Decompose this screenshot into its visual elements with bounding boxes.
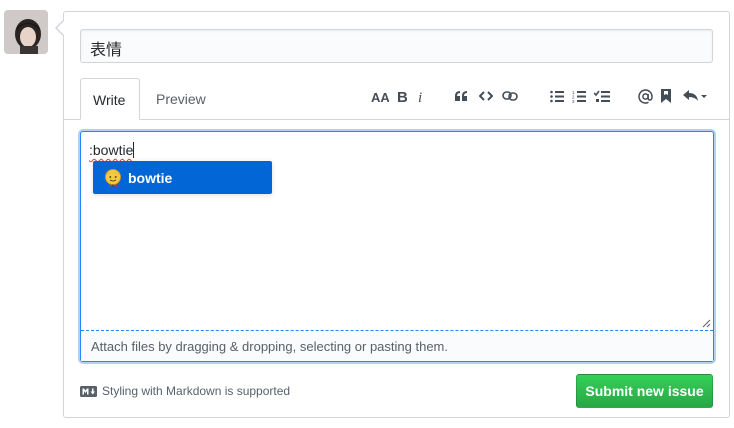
avatar[interactable]	[4, 10, 48, 54]
tab-preview[interactable]: Preview	[144, 78, 218, 120]
bookmark-icon[interactable]	[658, 84, 674, 108]
svg-text:3: 3	[572, 99, 575, 103]
comment-editor[interactable]: :bowtie bowtie Attach files by dragging …	[80, 131, 714, 362]
svg-text:i: i	[418, 90, 422, 103]
issue-title-input[interactable]: 表情	[80, 29, 713, 63]
tab-write[interactable]: Write	[80, 78, 140, 120]
resize-handle[interactable]	[702, 319, 711, 328]
svg-text:AA: AA	[371, 90, 389, 103]
submit-issue-label: Submit new issue	[585, 383, 704, 399]
mention-icon[interactable]	[636, 84, 654, 108]
task-list-icon[interactable]	[592, 84, 612, 108]
svg-text:B: B	[397, 89, 407, 103]
quote-icon[interactable]	[452, 84, 470, 108]
reply-icon[interactable]	[680, 84, 710, 108]
text-size-icon[interactable]: AA	[369, 84, 391, 108]
bold-icon[interactable]: B	[394, 84, 410, 108]
attach-files-text: Attach files by dragging & dropping, sel…	[91, 339, 448, 354]
new-issue-form: 表情 Write Preview AA B i 123:bowtie bowt…	[63, 11, 730, 418]
submit-issue-button[interactable]: Submit new issue	[576, 374, 713, 408]
text-caret	[133, 142, 135, 158]
link-icon[interactable]	[501, 84, 519, 108]
attach-files-bar[interactable]: Attach files by dragging & dropping, sel…	[81, 330, 713, 361]
panel-pointer-fill	[57, 21, 64, 35]
issue-title-value: 表情	[90, 42, 123, 59]
emoji-suggester: bowtie	[93, 161, 272, 194]
markdown-icon	[80, 385, 97, 397]
typed-text: :bowtie	[89, 142, 134, 158]
ordered-list-icon[interactable]: 123	[570, 84, 588, 108]
code-icon[interactable]	[477, 84, 495, 108]
emoji-suggestion-item[interactable]: bowtie	[93, 161, 272, 194]
unordered-list-icon[interactable]	[548, 84, 566, 108]
bowtie-emoji-icon	[105, 168, 121, 187]
markdown-note-text: Styling with Markdown is supported	[102, 384, 291, 398]
markdown-support-note[interactable]: Styling with Markdown is supported	[80, 384, 290, 398]
emoji-suggestion-label: bowtie	[128, 169, 173, 186]
italic-icon[interactable]: i	[414, 84, 428, 108]
